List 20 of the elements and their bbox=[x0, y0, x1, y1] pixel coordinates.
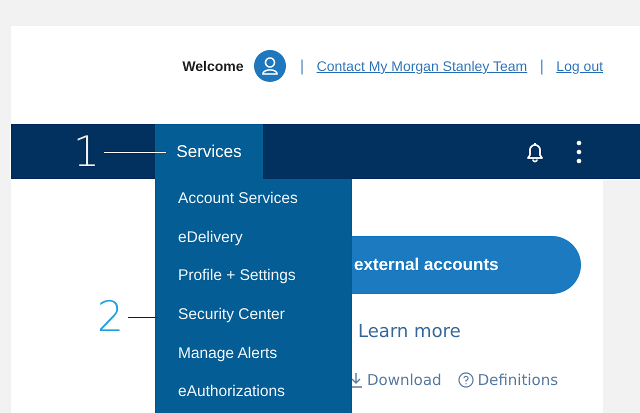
callout-number: 2 bbox=[97, 295, 124, 339]
download-link[interactable]: Download bbox=[349, 371, 442, 389]
menu-item[interactable]: Account Services bbox=[155, 187, 352, 226]
separator: | bbox=[300, 57, 305, 75]
help-icon bbox=[458, 372, 474, 388]
more-icon[interactable] bbox=[576, 140, 582, 164]
menu-item[interactable]: eAuthorizations bbox=[155, 380, 352, 413]
contact-link[interactable]: Contact My Morgan Stanley Team bbox=[316, 58, 528, 74]
learn-more-link[interactable]: Learn more bbox=[358, 321, 461, 342]
menu-item[interactable]: Security Center bbox=[155, 303, 352, 342]
separator: | bbox=[539, 57, 544, 75]
user-avatar-icon[interactable] bbox=[254, 50, 286, 82]
download-icon bbox=[349, 372, 363, 388]
menu-item[interactable]: Manage Alerts bbox=[155, 342, 352, 380]
callout-number: 1 bbox=[73, 130, 100, 174]
definitions-link[interactable]: Definitions bbox=[458, 371, 558, 389]
welcome-text: Welcome bbox=[182, 58, 244, 74]
services-tab[interactable]: Services bbox=[155, 124, 263, 179]
leader-line bbox=[128, 316, 158, 318]
logout-link[interactable]: Log out bbox=[556, 58, 603, 74]
